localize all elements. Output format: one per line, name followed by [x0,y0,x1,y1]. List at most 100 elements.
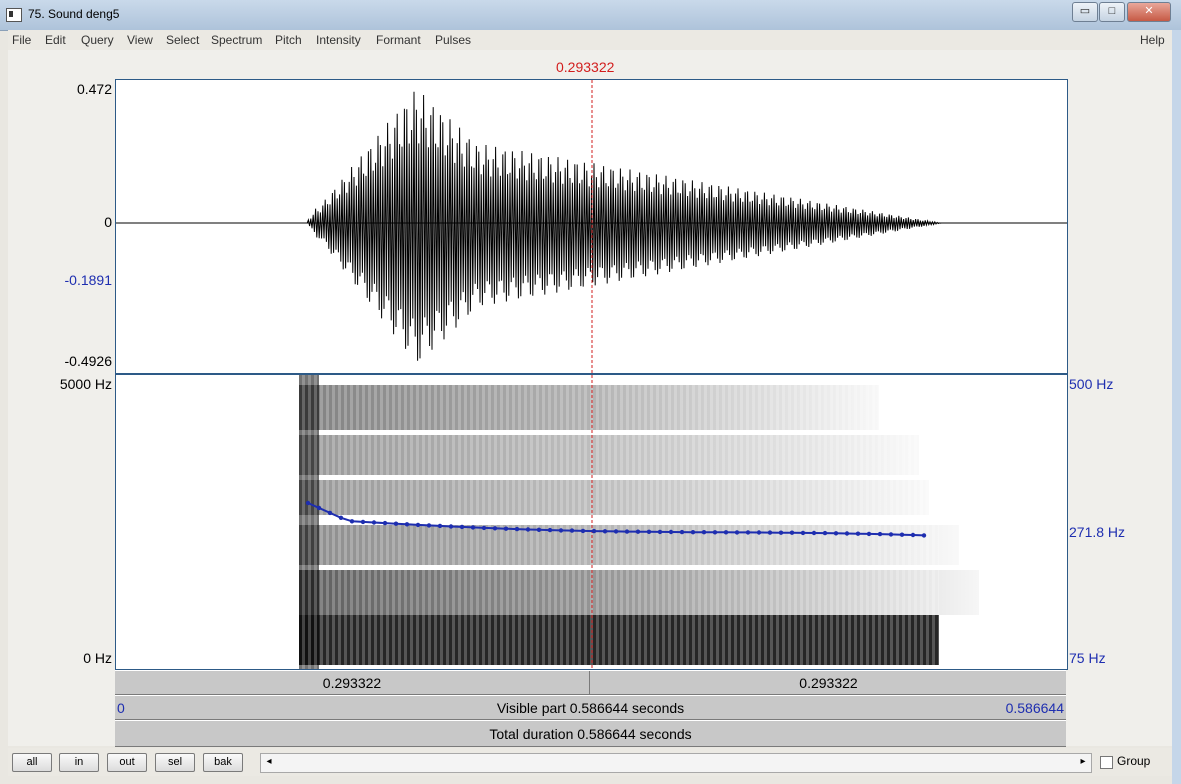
pitch-point [360,519,366,525]
wave-ymax-label: 0.472 [76,81,112,97]
visible-end: 0.586644 [1005,700,1064,716]
pitch-point [888,532,894,537]
pitch-point [811,530,817,536]
zoom-back-button[interactable]: bak [203,753,243,772]
pitch-point [921,533,927,538]
wave-zero-label: 0 [104,214,112,230]
total-duration-bar[interactable]: Total duration 0.586644 seconds [115,720,1066,747]
title-bar[interactable]: 75. Sound deng5 ▭ □ ✕ [0,0,1181,31]
pitch-point [393,521,399,526]
pitch-point [503,526,509,531]
pitch-point [415,522,421,528]
pitch-point [525,527,531,532]
pitch-point [712,530,718,535]
bottom-toolbar: all in out sel bak ◂ ▸ Group [8,748,1172,776]
pitch-point [448,524,454,529]
spectrogram-svg [299,375,979,669]
left-segment[interactable]: 0.293322 [115,671,590,694]
pitch-point [844,531,850,536]
menu-edit[interactable]: Edit [45,33,66,47]
pitch-point [701,530,707,535]
pitch-point [756,530,762,535]
pitch-point [404,522,410,527]
maximize-button[interactable]: □ [1099,2,1125,22]
pitch-point [569,528,575,533]
menu-select[interactable]: Select [166,33,199,47]
pitch-point [745,530,751,535]
waveform-panel[interactable] [115,79,1068,374]
menu-help[interactable]: Help [1140,33,1165,47]
horizontal-scrollbar[interactable]: ◂ ▸ [260,753,1092,773]
pitch-point [789,530,795,535]
menu-query[interactable]: Query [81,33,114,47]
pitch-point [822,530,828,536]
menu-spectrum[interactable]: Spectrum [211,33,262,47]
pitch-point [734,530,740,535]
app-icon [6,8,22,22]
pitch-point [591,528,597,534]
pitch-point [547,527,553,533]
menu-pitch[interactable]: Pitch [275,33,302,47]
spec-top-freq-label: 5000 Hz [59,376,112,392]
pitch-top-label: 500 Hz [1069,376,1114,392]
right-segment[interactable]: 0.293322 [591,671,1066,694]
pitch-point [327,510,333,516]
pitch-point [481,525,487,531]
pitch-point [426,523,432,528]
pitch-point [767,530,773,535]
menu-pulses[interactable]: Pulses [435,33,471,47]
pitch-point [723,530,729,535]
pitch-point [635,529,641,534]
pitch-point [459,524,465,530]
cursor-time-label: 0.293322 [556,59,615,75]
pitch-point [855,531,861,536]
pitch-point [646,529,652,534]
pitch-point [778,530,784,535]
pitch-point [470,525,476,530]
pitch-point [437,523,443,529]
spectrogram-panel[interactable] [115,374,1068,670]
pitch-point [536,527,542,532]
visible-part-label: Visible part 0.586644 seconds [496,700,685,716]
pitch-point [899,532,905,537]
pitch-point [492,526,498,531]
pitch-point [305,500,311,506]
wave-ymin-label: -0.4926 [64,353,112,369]
wave-cursor-value-label: -0.1891 [64,272,112,288]
pitch-point [613,529,619,534]
scroll-right-icon[interactable]: ▸ [1076,755,1090,769]
pitch-point [580,528,586,534]
zoom-sel-button[interactable]: sel [155,753,195,772]
zoom-all-button[interactable]: all [12,753,52,772]
scroll-left-icon[interactable]: ◂ [262,755,276,769]
left-segment-duration: 0.293322 [322,675,382,691]
menu-file[interactable]: File [12,33,31,47]
visible-part-bar[interactable]: 0 Visible part 0.586644 seconds 0.586644 [115,695,1066,720]
pitch-point [316,505,322,511]
group-checkbox[interactable] [1100,756,1113,769]
pitch-point [382,520,388,526]
segment-bar: 0.293322 0.293322 [115,670,1066,695]
minimize-button[interactable]: ▭ [1072,2,1098,22]
menu-formant[interactable]: Formant [376,33,421,47]
window-frame-right [1172,30,1181,784]
pitch-point [558,528,564,533]
menu-intensity[interactable]: Intensity [316,33,361,47]
waveform-svg [116,80,1067,373]
pitch-point [668,529,674,535]
menu-view[interactable]: View [127,33,153,47]
zoom-in-button[interactable]: in [59,753,99,772]
pitch-point [338,515,344,520]
close-button[interactable]: ✕ [1127,2,1171,22]
pitch-bottom-label: 75 Hz [1069,650,1106,666]
zoom-out-button[interactable]: out [107,753,147,772]
pitch-point [866,531,872,537]
pitch-point [371,520,377,525]
praat-sound-window: 75. Sound deng5 ▭ □ ✕ File Edit Query Vi… [0,0,1181,784]
pitch-point [349,519,355,524]
pitch-point [690,530,696,535]
window-title: 75. Sound deng5 [28,7,120,21]
pitch-point [800,530,806,536]
pitch-value-label: 271.8 Hz [1069,524,1126,540]
pitch-point [657,529,663,535]
